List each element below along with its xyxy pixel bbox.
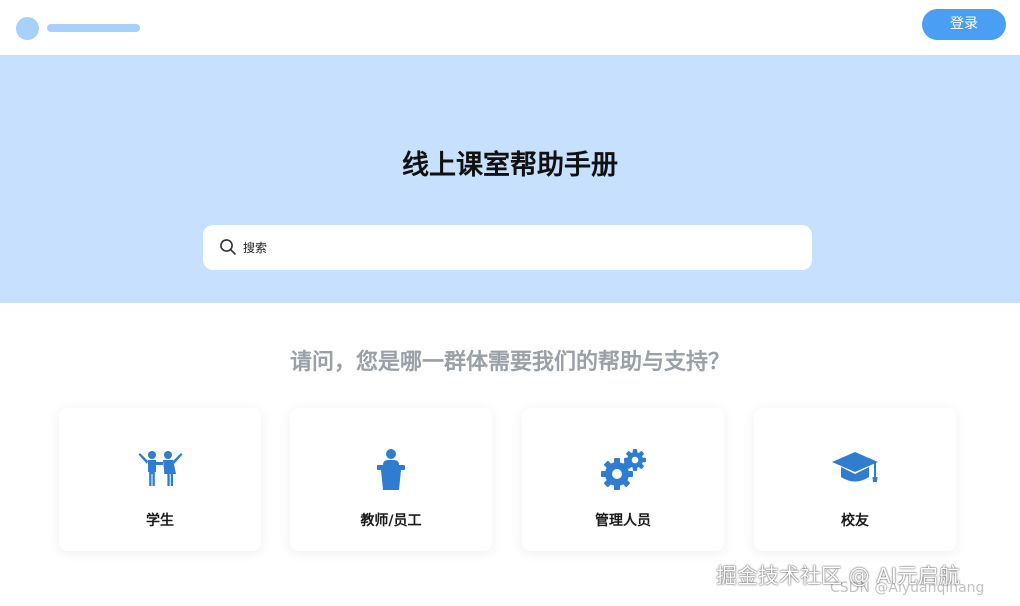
card-label: 教师/员工 xyxy=(360,513,422,529)
card-label: 管理人员 xyxy=(595,513,651,529)
login-button[interactable]: 登录 xyxy=(922,9,1006,40)
audience-question: 请问，您是哪一群体需要我们的帮助与支持？ xyxy=(289,350,730,375)
card-administrators[interactable]: 管理人员 xyxy=(522,408,724,551)
card-alumni[interactable]: 校友 xyxy=(754,408,956,551)
logo-placeholder-icon[interactable] xyxy=(16,17,39,40)
help-center-page: 登录 线上课室帮助手册 请问，您是哪一群体需要我们的帮助与支持？ xyxy=(0,0,1020,606)
search-icon xyxy=(220,239,236,255)
card-label: 学生 xyxy=(146,513,174,529)
top-header: 登录 xyxy=(0,0,1020,55)
page-title: 线上课室帮助手册 xyxy=(402,150,618,181)
graduation-cap-icon xyxy=(832,452,878,482)
card-label: 校友 xyxy=(841,513,869,529)
juejin-watermark: 掘金技术社区 @ AI元启航 xyxy=(716,564,960,588)
students-icon xyxy=(138,451,183,486)
gears-icon xyxy=(601,449,646,490)
site-name-placeholder xyxy=(47,24,140,32)
card-students[interactable]: 学生 xyxy=(59,408,261,551)
hero-banner: 线上课室帮助手册 xyxy=(0,55,1020,303)
lectern-speaker-icon xyxy=(377,449,405,490)
search-input[interactable] xyxy=(243,225,793,270)
search-bar[interactable] xyxy=(203,225,812,270)
card-teachers-staff[interactable]: 教师/员工 xyxy=(290,408,492,551)
